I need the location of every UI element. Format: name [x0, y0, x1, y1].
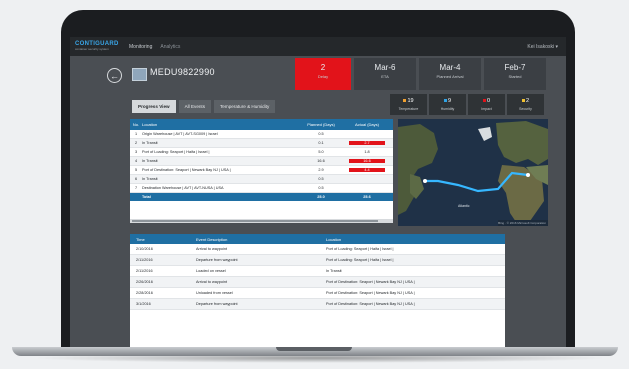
route-start-marker	[423, 179, 427, 183]
delay-cell: 16.6	[349, 159, 385, 163]
laptop-notch	[276, 347, 352, 351]
container-icon	[132, 68, 147, 81]
table-row[interactable]: 1 Origin Warehouse | AVT | AVT-SG009 | I…	[130, 130, 393, 139]
security-icon	[521, 99, 525, 103]
humidity-icon	[443, 99, 447, 103]
top-navigation-bar: CONTIGUARD container security system Mon…	[70, 37, 566, 56]
planned-arrival-stat: Mar-4 Planned Arrival	[419, 58, 481, 90]
table-row[interactable]: 7 Destination Warehouse | AVT | AVT-NUSA…	[130, 184, 393, 193]
humidity-indicator[interactable]: 9 Humidity	[429, 94, 466, 115]
started-stat: Feb-7 Started	[484, 58, 546, 90]
table-row[interactable]: 3/1/2016 Departure from waypoint Port of…	[130, 299, 505, 310]
tab-all-events[interactable]: All Events	[178, 100, 212, 113]
table-row[interactable]: 2/26/2016 Arrival to waypoint Port of De…	[130, 277, 505, 288]
table-row[interactable]: 2/11/2016 Departure from waypoint Port o…	[130, 255, 505, 266]
table-row[interactable]: 2/10/2016 Arrival to waypoint Port of Lo…	[130, 244, 505, 255]
table-row[interactable]: 2/11/2016 Loaded on vessel In Transit	[130, 266, 505, 277]
events-table-header: Time Event Description Location	[130, 234, 505, 244]
eta-stat: Mar-6 ETA	[354, 58, 416, 90]
map-attribution: Bing · © 2016 Microsoft Corporation	[498, 221, 546, 225]
tab-progress-view[interactable]: Progress View	[132, 100, 176, 113]
delay-stat: 2 Delay	[295, 58, 351, 90]
brand-logo[interactable]: CONTIGUARD container security system	[75, 41, 118, 52]
delay-cell: 4.4	[349, 168, 385, 172]
nav-monitoring[interactable]: Monitoring	[129, 44, 152, 50]
map-ocean-label: Atlantic	[458, 204, 470, 208]
table-row[interactable]: 3 Port of Loading: Seaport | Haifa | Isr…	[130, 148, 393, 157]
events-table: Time Event Description Location 2/10/201…	[130, 234, 505, 347]
table-row[interactable]: 4 In Transit 16.6 16.6	[130, 157, 393, 166]
map-canvas	[398, 119, 548, 226]
security-indicator[interactable]: 2 Security	[507, 94, 544, 115]
progress-table-header: No. Location Planned (Days) Actual (Days…	[130, 119, 393, 130]
nav-analytics[interactable]: Analytics	[160, 44, 180, 50]
total-row: Total 25.0 25.6	[130, 193, 393, 201]
table-row[interactable]: 2 In Transit 0.1 2.7	[130, 139, 393, 148]
route-map[interactable]: Atlantic Bing · © 2016 Microsoft Corpora…	[398, 119, 548, 226]
temperature-icon	[403, 99, 407, 103]
horizontal-scrollbar[interactable]	[130, 219, 393, 223]
tab-temperature-humidity[interactable]: Temperature & Humidity	[214, 100, 276, 113]
table-row[interactable]: 2/28/2016 Unloaded from vessel Port of D…	[130, 288, 505, 299]
user-menu[interactable]: Kei Isakoski ▾	[527, 44, 558, 50]
impact-indicator[interactable]: 0 Impact	[468, 94, 505, 115]
arrow-left-icon: ←	[110, 70, 119, 81]
temperature-indicator[interactable]: 19 Temperature	[390, 94, 427, 115]
impact-icon	[482, 99, 486, 103]
back-arrow-button[interactable]: ←	[107, 68, 122, 83]
progress-table: No. Location Planned (Days) Actual (Days…	[130, 119, 393, 223]
scrollbar-thumb[interactable]	[132, 220, 378, 222]
app-screen: CONTIGUARD container security system Mon…	[70, 37, 566, 347]
table-row[interactable]: 6 In Transit 0.5	[130, 175, 393, 184]
route-end-marker	[526, 173, 530, 177]
table-row[interactable]: 5 Port of Destination: Seaport | Newark …	[130, 166, 393, 175]
container-id-title: MEDU9822990	[150, 67, 215, 77]
delay-cell: 2.7	[349, 141, 385, 145]
view-tabs: Progress View All Events Temperature & H…	[132, 100, 278, 113]
